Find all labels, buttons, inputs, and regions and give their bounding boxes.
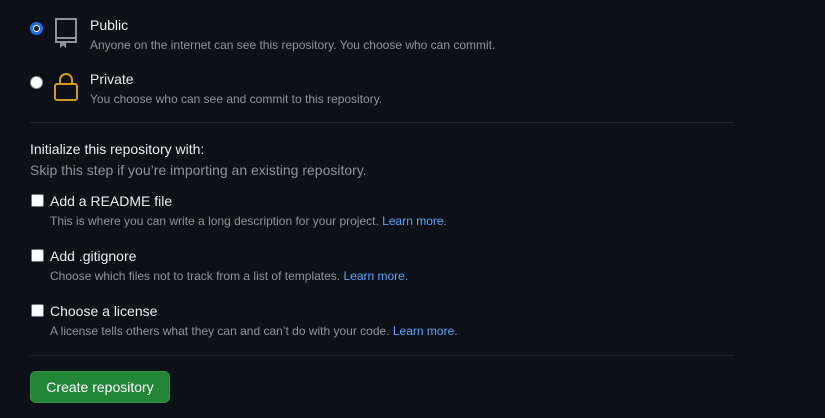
gitignore-description: Choose which files not to track from a l… (50, 269, 408, 283)
public-title: Public (90, 17, 129, 33)
public-radio[interactable] (30, 22, 43, 35)
lock-icon (53, 72, 79, 102)
repo-icon (53, 17, 79, 49)
divider (30, 122, 734, 123)
initialize-subtitle: Skip this step if you’re importing an ex… (30, 162, 367, 178)
license-description: A license tells others what they can and… (50, 324, 458, 338)
divider (30, 355, 734, 356)
gitignore-checkbox[interactable] (31, 249, 44, 262)
public-description: Anyone on the internet can see this repo… (90, 38, 496, 52)
gitignore-title: Add .gitignore (50, 248, 137, 264)
private-title: Private (90, 71, 134, 87)
gitignore-description-text: Choose which files not to track from a l… (50, 269, 341, 283)
license-checkbox[interactable] (31, 304, 44, 317)
license-description-text: A license tells others what they can and… (50, 324, 390, 338)
create-repository-button[interactable]: Create repository (30, 371, 170, 403)
readme-learn-more-link[interactable]: Learn more. (382, 214, 447, 228)
gitignore-learn-more-link[interactable]: Learn more. (343, 269, 408, 283)
initialize-title: Initialize this repository with: (30, 141, 205, 157)
readme-description-text: This is where you can write a long descr… (50, 214, 379, 228)
readme-description: This is where you can write a long descr… (50, 214, 447, 228)
license-title: Choose a license (50, 303, 158, 319)
private-radio[interactable] (30, 76, 43, 89)
license-learn-more-link[interactable]: Learn more. (393, 324, 458, 338)
readme-checkbox[interactable] (31, 194, 44, 207)
private-description: You choose who can see and commit to thi… (90, 92, 383, 106)
readme-title: Add a README file (50, 193, 173, 209)
